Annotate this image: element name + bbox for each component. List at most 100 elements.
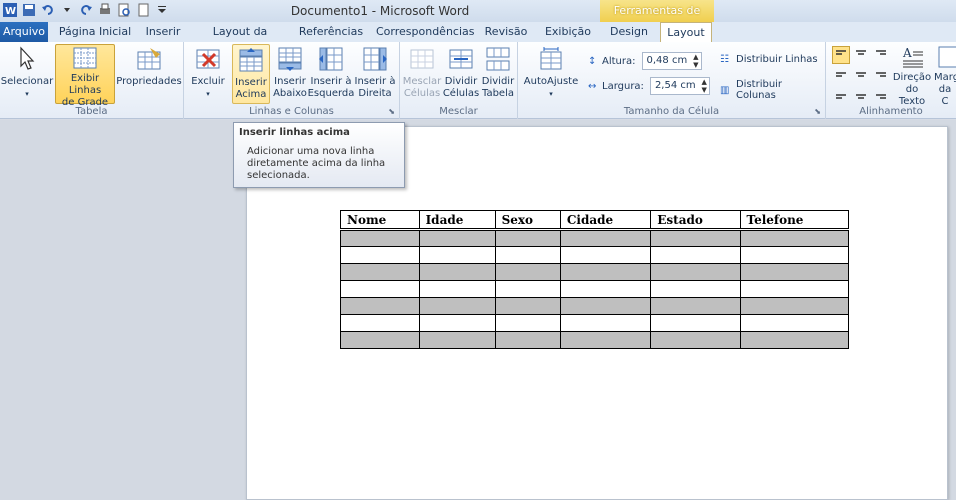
- distribuir-linhas-label: Distribuir Linhas: [736, 54, 818, 65]
- dialog-launcher-icon[interactable]: ⬊: [388, 107, 395, 116]
- table-cell[interactable]: [650, 331, 741, 349]
- table-cell[interactable]: [650, 280, 741, 298]
- table-cell[interactable]: [494, 331, 561, 349]
- selecionar-button[interactable]: Selecionar ▾: [1, 44, 53, 104]
- largura-input[interactable]: 2,54 cm ▲ ▼: [649, 77, 710, 95]
- inserir-acima-button[interactable]: Inserir Acima: [232, 44, 270, 104]
- align-bottom-center-icon[interactable]: [852, 86, 870, 104]
- inserir-a-direita-button[interactable]: Inserir à Direita: [354, 44, 396, 104]
- table-cell[interactable]: [340, 280, 420, 298]
- distribuir-linhas-button[interactable]: ☷ Distribuir Linhas: [720, 54, 818, 65]
- spinner-icon[interactable]: ▲ ▼: [702, 78, 707, 94]
- table-header-cell[interactable]: Cidade: [559, 210, 652, 231]
- table-cell[interactable]: [418, 297, 496, 315]
- align-top-left-icon[interactable]: [832, 46, 850, 64]
- insert-row-above-icon: [236, 45, 266, 75]
- tab-revisao[interactable]: Revisão: [480, 22, 532, 42]
- tab-correspondencias[interactable]: Correspondências: [376, 22, 475, 42]
- table-header-cell[interactable]: Sexo: [494, 210, 561, 231]
- table-cell[interactable]: [559, 297, 652, 315]
- excluir-button[interactable]: Excluir ▾: [188, 44, 228, 104]
- table-header-cell[interactable]: Estado: [650, 210, 741, 231]
- table-cell[interactable]: [559, 280, 652, 298]
- table-cell[interactable]: [650, 314, 741, 332]
- table-cell[interactable]: [650, 263, 741, 281]
- align-middle-right-icon[interactable]: [872, 66, 890, 84]
- tab-exibicao[interactable]: Exibição: [540, 22, 596, 42]
- table-cell[interactable]: [418, 229, 496, 247]
- table-cell[interactable]: [418, 314, 496, 332]
- tab-pagina-inicial[interactable]: Página Inicial: [58, 22, 132, 42]
- autoajuste-button[interactable]: AutoAjuste ▾: [524, 44, 578, 104]
- table-cell[interactable]: [739, 280, 850, 298]
- margens-da-celula-button[interactable]: Marg da C: [934, 44, 956, 104]
- table-cell[interactable]: [340, 229, 420, 247]
- table-cell[interactable]: [559, 229, 652, 247]
- tab-design[interactable]: Design: [604, 22, 654, 42]
- table-cell[interactable]: [739, 229, 850, 247]
- spinner-icon[interactable]: ▲ ▼: [693, 53, 698, 69]
- table-cell[interactable]: [340, 314, 420, 332]
- table-cell[interactable]: [739, 263, 850, 281]
- align-top-center-icon[interactable]: [852, 46, 870, 64]
- table-header-cell[interactable]: Telefone: [739, 210, 850, 231]
- table-cell[interactable]: [494, 297, 561, 315]
- table-cell[interactable]: [418, 280, 496, 298]
- table-header-cell[interactable]: Nome: [340, 210, 420, 231]
- table-cell[interactable]: [650, 229, 741, 247]
- tab-inserir[interactable]: Inserir: [140, 22, 186, 42]
- table-cell[interactable]: [559, 314, 652, 332]
- distribuir-colunas-button[interactable]: ▥ Distribuir Colunas: [720, 79, 825, 101]
- dividir-celulas-button[interactable]: Dividir Células: [442, 44, 480, 104]
- exibir-linhas-de-grade-button[interactable]: Exibir Linhas de Grade: [55, 44, 115, 108]
- table-header-cell[interactable]: Idade: [418, 210, 496, 231]
- align-middle-center-icon[interactable]: [852, 66, 870, 84]
- table-cell[interactable]: [739, 297, 850, 315]
- dialog-launcher-icon[interactable]: ⬊: [814, 107, 821, 116]
- align-bottom-left-icon[interactable]: [832, 86, 850, 104]
- table-cell[interactable]: [340, 331, 420, 349]
- table-cell[interactable]: [559, 331, 652, 349]
- table-cell[interactable]: [650, 246, 741, 264]
- align-middle-left-icon[interactable]: [832, 66, 850, 84]
- direcao-do-texto-button[interactable]: A Direção do Texto: [892, 44, 932, 107]
- table-cell[interactable]: [494, 280, 561, 298]
- distribute-columns-icon: ▥: [720, 84, 730, 96]
- dividir-celulas-label-2: Células: [442, 88, 480, 99]
- tab-arquivo[interactable]: Arquivo: [0, 22, 48, 42]
- altura-label: Altura:: [602, 55, 636, 67]
- document-table[interactable]: Nome Idade Sexo Cidade Estado Telefone: [340, 210, 850, 349]
- dropdown-arrow-icon: ▾: [206, 90, 210, 98]
- table-cell[interactable]: [739, 314, 850, 332]
- table-cell[interactable]: [559, 246, 652, 264]
- table-cell[interactable]: [340, 263, 420, 281]
- table-cell[interactable]: [494, 314, 561, 332]
- table-cell[interactable]: [418, 263, 496, 281]
- table-cell[interactable]: [494, 263, 561, 281]
- table-cell[interactable]: [418, 246, 496, 264]
- inserir-acima-label-2: Acima: [235, 89, 267, 100]
- table-cell[interactable]: [494, 246, 561, 264]
- table-cell[interactable]: [559, 263, 652, 281]
- tab-layout-da-pagina[interactable]: Layout da Página: [196, 22, 284, 58]
- table-cell[interactable]: [418, 331, 496, 349]
- merge-cells-icon: [407, 44, 437, 74]
- inserir-a-esquerda-button[interactable]: Inserir à Esquerda: [308, 44, 354, 104]
- table-cell[interactable]: [739, 331, 850, 349]
- table-cell[interactable]: [739, 246, 850, 264]
- inserir-abaixo-button[interactable]: Inserir Abaixo: [272, 44, 308, 104]
- altura-input[interactable]: 0,48 cm ▲ ▼: [641, 52, 702, 70]
- table-cell[interactable]: [650, 297, 741, 315]
- mesclar-celulas-button[interactable]: Mesclar Células: [402, 44, 442, 104]
- align-bottom-right-icon[interactable]: [872, 86, 890, 104]
- table-cell[interactable]: [340, 297, 420, 315]
- table-cell[interactable]: [494, 229, 561, 247]
- align-top-right-icon[interactable]: [872, 46, 890, 64]
- cursor-arrow-icon: [12, 44, 42, 74]
- insert-column-right-icon: [360, 44, 390, 74]
- tab-layout[interactable]: Layout: [660, 22, 712, 42]
- table-cell[interactable]: [340, 246, 420, 264]
- tab-referencias[interactable]: Referências: [296, 22, 366, 42]
- propriedades-button[interactable]: Propriedades: [116, 44, 182, 104]
- dividir-tabela-button[interactable]: Dividir Tabela: [480, 44, 516, 104]
